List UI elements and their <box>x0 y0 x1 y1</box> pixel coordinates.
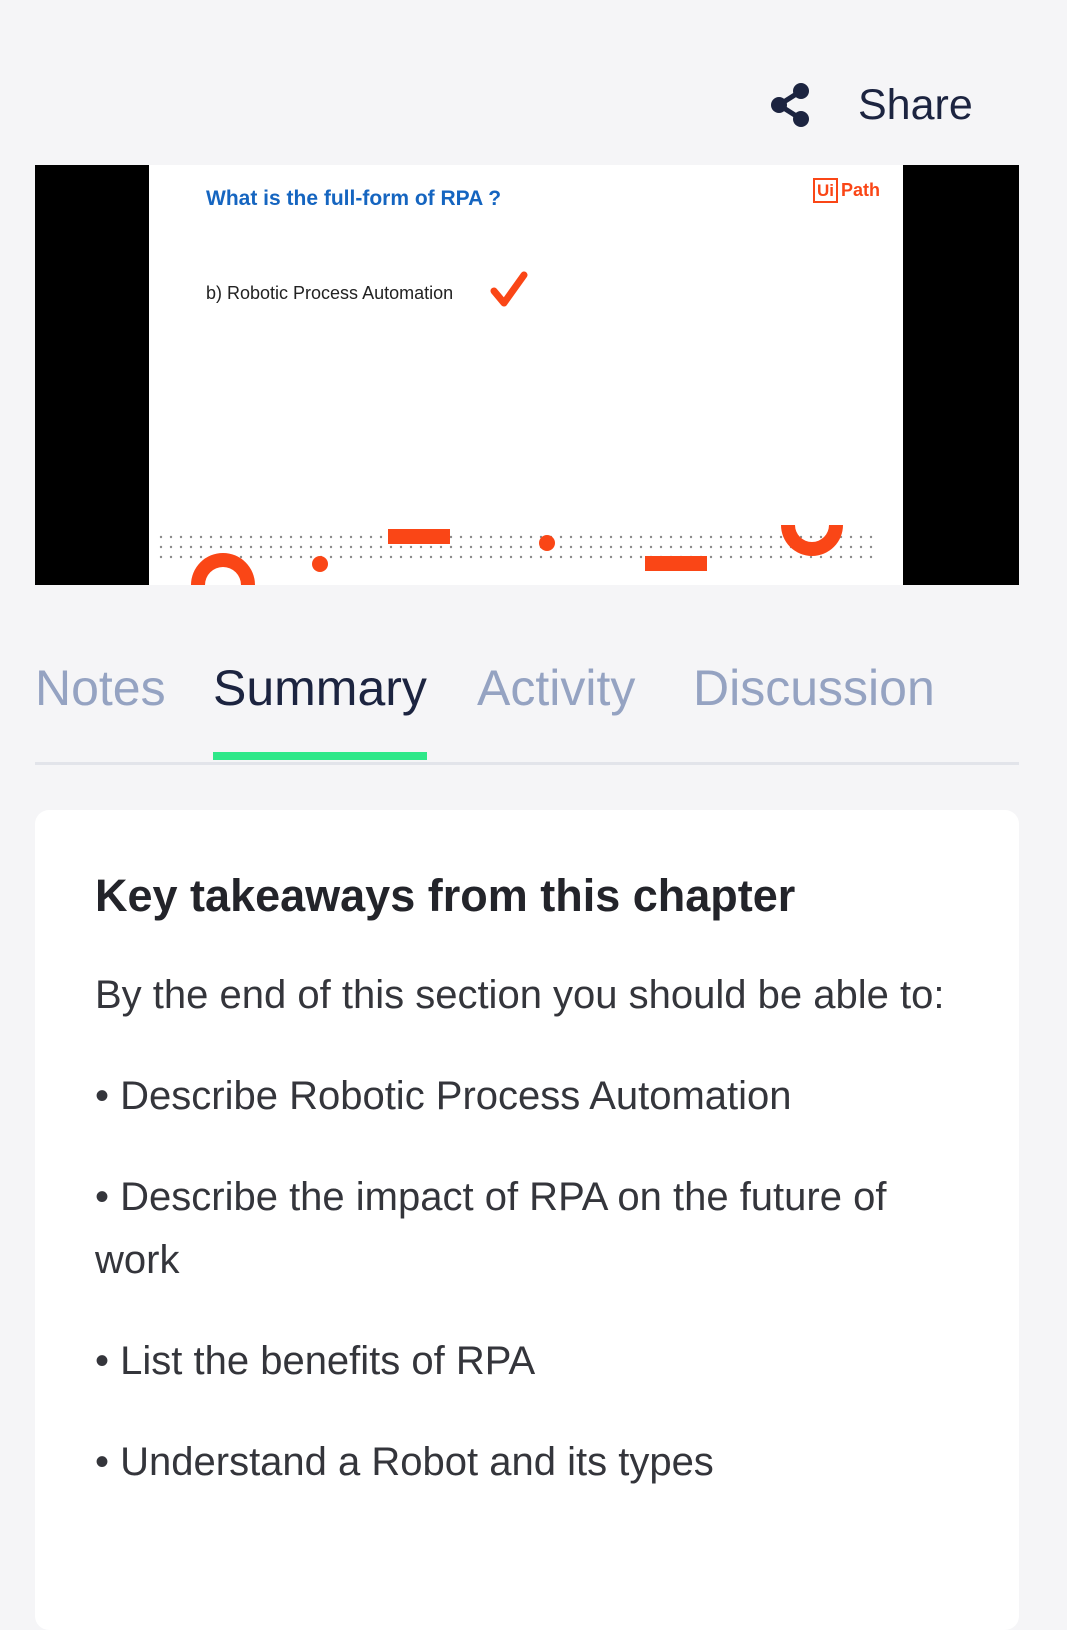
summary-bullet: • Understand a Robot and its types <box>95 1440 714 1485</box>
summary-bullet: • Describe the impact of RPA on the futu… <box>95 1174 887 1283</box>
slide-question: What is the full-form of RPA ? <box>206 187 502 210</box>
summary-title: Key takeaways from this chapter <box>95 870 796 921</box>
logo-box: Ui <box>813 178 838 203</box>
share-icon <box>771 83 809 127</box>
tab-discussion[interactable]: Discussion <box>693 658 935 718</box>
video-slide: What is the full-form of RPA ? b) Roboti… <box>149 165 903 585</box>
checkmark-icon <box>490 271 528 307</box>
summary-bullet: • Describe Robotic Process Automation <box>95 1073 792 1118</box>
logo-word: Path <box>841 180 881 200</box>
slide-decoration <box>157 525 877 585</box>
video-player[interactable]: What is the full-form of RPA ? b) Roboti… <box>35 165 1019 585</box>
tab-activity[interactable]: Activity <box>477 658 635 718</box>
tab-notes[interactable]: Notes <box>35 658 166 718</box>
summary-bullet: • List the benefits of RPA <box>95 1339 536 1384</box>
tab-bar: Notes Summary Activity Discussion <box>35 658 1019 765</box>
share-label: Share <box>858 80 973 129</box>
slide-answer: b) Robotic Process Automation <box>206 283 454 303</box>
uipath-logo: Ui Path <box>813 178 880 203</box>
summary-card: Key takeaways from this chapter By the e… <box>35 810 1019 1630</box>
share-button[interactable]: Share <box>770 82 973 128</box>
summary-intro: By the end of this section you should be… <box>95 972 945 1017</box>
tab-summary[interactable]: Summary <box>213 658 427 760</box>
